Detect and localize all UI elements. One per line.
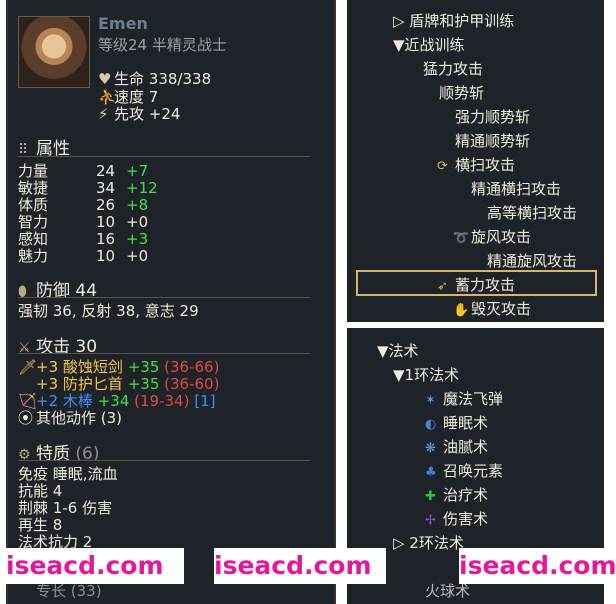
watermark: iseacd.com (459, 548, 616, 584)
character-level: 等级24 半精灵战士 (98, 36, 227, 54)
skill-label: 精通横扫攻击 (471, 180, 562, 198)
spell-node[interactable]: ◐ 睡眠术 (425, 412, 488, 433)
divider (18, 297, 310, 298)
spell-node[interactable]: ✢ 伤害术 (425, 508, 488, 529)
attribute-bonus: +0 (126, 247, 149, 265)
watermark: iseacd.com (214, 548, 386, 584)
skill-node[interactable]: ▷ 盾牌和护甲训练 (393, 10, 514, 31)
skill-label: 精通顺势斩 (455, 132, 531, 150)
missile-icon: ✶ (425, 393, 436, 408)
spells-root[interactable]: ▼法术 (377, 340, 419, 361)
lightning-icon: ⚡ (98, 105, 109, 123)
devastate-icon: ✋ (453, 303, 470, 318)
summon-icon: ♣ (425, 465, 437, 480)
skill-node[interactable]: 精通横扫攻击 (471, 178, 561, 199)
divider (18, 460, 310, 461)
skill-label: 毁灭攻击 (471, 300, 532, 318)
character-portrait[interactable] (18, 16, 90, 88)
attribute-label: 魅力 (18, 247, 49, 265)
skill-label: ▷ 盾牌和护甲训练 (393, 12, 515, 30)
grease-icon: ❋ (425, 441, 436, 456)
sleep-icon: ◐ (425, 417, 437, 432)
heal-icon: ✚ (425, 489, 436, 504)
whirlwind-icon: ➰ (453, 231, 470, 246)
spell-node[interactable]: ♣ 召唤元素 (425, 460, 503, 481)
spell-label: 魔法飞弹 (443, 390, 504, 408)
skill-node[interactable]: ✋ 毁灭攻击 (453, 298, 531, 319)
spell-label: 睡眠术 (443, 414, 489, 432)
skill-node[interactable]: ⟳ 横扫攻击 (437, 154, 515, 175)
skill-node[interactable]: 高等横扫攻击 (487, 202, 577, 223)
divider (18, 156, 310, 157)
skill-label: 猛力攻击 (423, 60, 484, 78)
divider (18, 353, 310, 354)
skill-node[interactable]: 精通顺势斩 (455, 130, 530, 151)
spell-label: 召唤元素 (443, 462, 504, 480)
spell-node[interactable]: ❋ 油腻术 (425, 436, 488, 457)
spell-label: 治疗术 (443, 486, 489, 504)
character-name: Emen (98, 14, 148, 33)
spell-label: 伤害术 (443, 510, 489, 528)
spell-node[interactable]: ✚ 治疗术 (425, 484, 488, 505)
skill-node[interactable]: 强力顺势斩 (455, 106, 530, 127)
skill-node[interactable]: 精通旋风攻击 (487, 250, 577, 271)
skill-label: 顺势斩 (439, 84, 485, 102)
trait-value: 睡眠,流血 (52, 465, 118, 483)
skill-label: 横扫攻击 (455, 156, 516, 174)
skill-label: 旋风攻击 (471, 228, 532, 246)
sweep-icon: ⟳ (437, 159, 448, 174)
action-icon: ⦿ (18, 409, 34, 427)
character-sheet-panel: Emen 等级24 半精灵战士 ♥ 生命 338/338 ⛹速度 7 ⚡ 先攻 +2… (6, 0, 336, 604)
skill-node[interactable]: ▼近战训练 (393, 34, 465, 55)
skill-label: 强力顺势斩 (455, 108, 531, 126)
spell-node[interactable]: ✶ 魔法飞弹 (425, 388, 503, 409)
spell-label: 油腻术 (443, 438, 489, 456)
skill-node[interactable]: 猛力攻击 (423, 58, 483, 79)
skill-label: ▼近战训练 (393, 36, 465, 54)
circle1-node[interactable]: ▼1环法术 (393, 364, 459, 385)
circle2-node[interactable]: ▷ 2环法术 (393, 532, 464, 553)
selection-highlight (356, 270, 597, 296)
skill-node[interactable]: 顺势斩 (439, 82, 484, 103)
saves-line: 强韧 36, 反射 38, 意志 29 (18, 302, 199, 320)
skill-label: 高等横扫攻击 (487, 204, 578, 222)
skill-node[interactable]: ➰ 旋风攻击 (453, 226, 531, 247)
skills-tree-panel: ▷ 盾牌和护甲训练 ▼近战训练猛力攻击顺势斩强力顺势斩精通顺势斩 ⟳ 横扫攻击精通横扫… (347, 0, 604, 322)
watermark: iseacd.com (6, 548, 184, 584)
attribute-value: 10 (96, 247, 116, 265)
harm-icon: ✢ (425, 513, 436, 528)
other-actions[interactable]: ⦿ 其他动作 (3) (18, 407, 122, 428)
attribute-row[interactable]: 魅力 10 +0 (18, 245, 148, 266)
skill-label: 精通旋风攻击 (487, 252, 578, 270)
initiative-line: ⚡ 先攻 +24 (98, 105, 181, 123)
